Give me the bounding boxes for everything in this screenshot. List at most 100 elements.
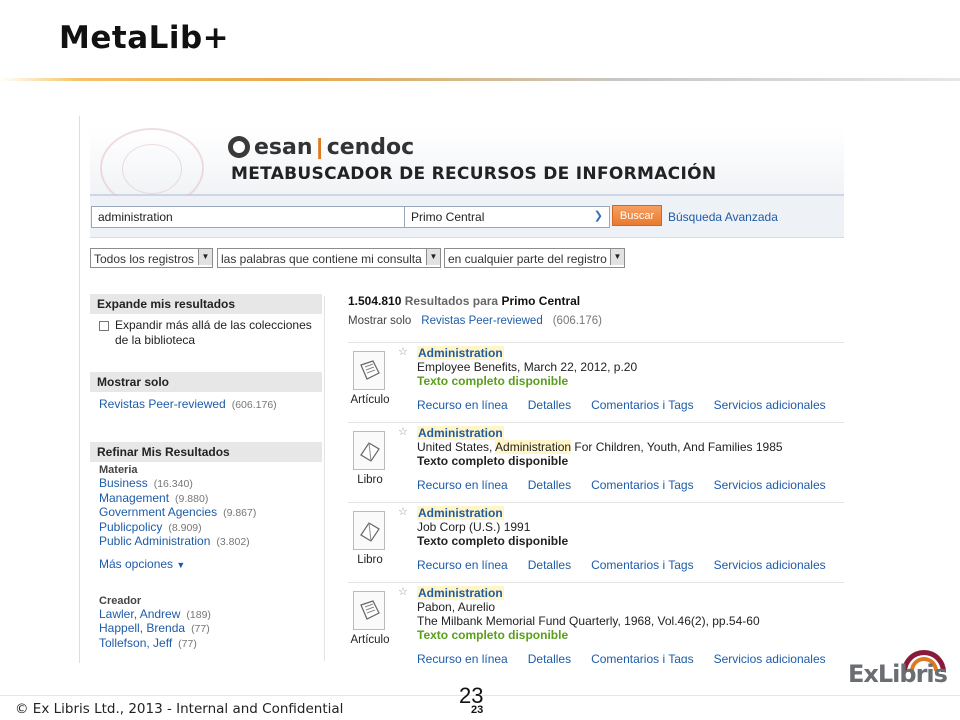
dropdown-arrow-icon[interactable]: ▼ (198, 249, 212, 265)
record-availability: Texto completo disponible (417, 628, 569, 642)
star-icon[interactable]: ☆ (398, 585, 408, 598)
search-button[interactable]: Buscar (612, 205, 662, 226)
exlibris-logo: ExLibris (848, 650, 948, 690)
site-banner: esan | cendoc METABUSCADOR DE RECURSOS D… (90, 128, 844, 208)
comments-tags-link[interactable]: Comentarios i Tags (591, 478, 694, 492)
record-type: Artículo (350, 394, 390, 406)
scope-select[interactable]: Primo Central ❯ (404, 206, 610, 228)
details-link[interactable]: Detalles (528, 652, 571, 663)
article-thumbnail-icon (353, 351, 385, 390)
filter-record-type[interactable]: Todos los registros (90, 248, 213, 268)
show-only-label: Mostrar solo (348, 315, 412, 327)
filter-match-mode-value: las palabras que contiene mi consulta (221, 252, 422, 266)
banner-subtitle: METABUSCADOR DE RECURSOS DE INFORMACIÓN (231, 164, 717, 184)
list-item: Government Agencies (9.867) (99, 505, 313, 520)
filter-field[interactable]: en cualquier parte del registro (444, 248, 625, 268)
brand-esan: esan (254, 134, 313, 160)
facet-creador-count: (189) (186, 608, 211, 621)
show-only-peer-reviewed-link[interactable]: Revistas Peer-reviewed (421, 315, 542, 327)
online-resource-link[interactable]: Recurso en línea (417, 478, 508, 492)
additional-services-link[interactable]: Servicios adicionales (714, 652, 826, 663)
show-only-count: (606.176) (552, 315, 602, 327)
filter-record-type-value: Todos los registros (94, 252, 195, 266)
advanced-search-link[interactable]: Búsqueda Avanzada (668, 210, 778, 224)
expand-checkbox-label: Expandir más allá de las colecciones de … (115, 318, 312, 347)
list-item: Business (16.340) (99, 476, 313, 491)
result-record: Artículo ☆ Administration Pabon, Aurelio… (348, 582, 844, 663)
results-label: Resultados para (404, 294, 499, 308)
facet-materia-label: Materia (99, 464, 138, 476)
brand-separator: | (316, 134, 323, 159)
list-item: Tollefson, Jeff (77) (99, 636, 313, 651)
facet-materia-link[interactable]: Public Administration (99, 534, 210, 548)
results-count: 1.504.810 (348, 294, 402, 308)
facet-creador-link[interactable]: Tollefson, Jeff (99, 636, 172, 650)
facets-sidebar: Expande mis resultados Expandir más allá… (90, 294, 322, 650)
dropdown-arrow-icon[interactable]: ▼ (610, 249, 624, 265)
brand-logo: esan | cendoc (228, 134, 414, 160)
comments-tags-link[interactable]: Comentarios i Tags (591, 398, 694, 412)
record-title-link[interactable]: Administration (417, 346, 504, 360)
chevron-down-icon: ▼ (176, 559, 186, 570)
facet-creador-link[interactable]: Happell, Brenda (99, 621, 185, 635)
chevron-down-icon: ❯ (593, 210, 603, 222)
facet-materia-link[interactable]: Management (99, 491, 169, 505)
results-source: Primo Central (501, 294, 581, 308)
result-record: Libro ☆ Administration United States, Ad… (348, 422, 844, 501)
dropdown-arrow-icon[interactable]: ▼ (426, 249, 440, 265)
filter-field-value: en cualquier parte del registro (448, 252, 607, 266)
star-icon[interactable]: ☆ (398, 505, 408, 518)
record-actions: Recurso en línea Detalles Comentarios i … (417, 652, 844, 663)
online-resource-link[interactable]: Recurso en línea (417, 398, 508, 412)
comments-tags-link[interactable]: Comentarios i Tags (591, 558, 694, 572)
details-link[interactable]: Detalles (528, 478, 571, 492)
facet-materia-link[interactable]: Publicpolicy (99, 520, 162, 534)
record-citation-highlight: Administration (495, 440, 572, 454)
search-input[interactable]: administration (91, 206, 405, 228)
facet-peer-reviewed-link[interactable]: Revistas Peer-reviewed (99, 397, 226, 411)
record-actions: Recurso en línea Detalles Comentarios i … (417, 478, 844, 492)
additional-services-link[interactable]: Servicios adicionales (714, 398, 826, 412)
facet-materia-count: (9.880) (175, 492, 209, 505)
facet-refine-body: Materia Business (16.340) Management (9.88… (90, 462, 322, 650)
record-type: Libro (357, 554, 383, 566)
star-icon[interactable]: ☆ (398, 345, 408, 358)
record-title-link[interactable]: Administration (417, 586, 504, 600)
record-citation: United States, Administration For Childr… (417, 440, 783, 454)
details-link[interactable]: Detalles (528, 558, 571, 572)
star-icon[interactable]: ☆ (398, 425, 408, 438)
more-options-link[interactable]: Más opciones ▼ (99, 557, 313, 571)
list-item: Management (9.880) (99, 491, 313, 506)
facet-materia-count: (9.867) (223, 507, 257, 519)
comments-tags-link[interactable]: Comentarios i Tags (591, 652, 694, 663)
list-item: Publicpolicy (8.909) (99, 520, 313, 535)
facet-refine-heading: Refinar Mis Resultados (90, 442, 322, 462)
online-resource-link[interactable]: Recurso en línea (417, 652, 508, 663)
record-citation-pre: United States, (417, 440, 496, 454)
record-availability: Texto completo disponible (417, 454, 569, 468)
slide-title: MetaLib+ (59, 20, 230, 56)
record-availability: Texto completo disponible (417, 374, 569, 388)
column-divider (324, 296, 325, 661)
expand-checkbox[interactable] (99, 321, 109, 331)
exlibris-wordmark: ExLibris (848, 660, 948, 688)
results-count-line: 1.504.810 Resultados para Primo Central (348, 294, 844, 308)
facet-materia-count: (8.909) (168, 521, 202, 534)
record-actions: Recurso en línea Detalles Comentarios i … (417, 558, 844, 572)
facet-materia-link[interactable]: Government Agencies (99, 505, 217, 519)
list-item: Public Administration (3.802) (99, 534, 313, 549)
additional-services-link[interactable]: Servicios adicionales (714, 558, 826, 572)
filter-match-mode[interactable]: las palabras que contiene mi consulta (217, 248, 441, 268)
online-resource-link[interactable]: Recurso en línea (417, 558, 508, 572)
facet-creador-label: Creador (99, 594, 142, 607)
record-type: Libro (357, 474, 383, 486)
facet-materia-link[interactable]: Business (99, 476, 148, 490)
additional-services-link[interactable]: Servicios adicionales (714, 478, 826, 492)
details-link[interactable]: Detalles (528, 398, 571, 412)
facet-creador-count: (77) (191, 623, 210, 635)
record-title-link[interactable]: Administration (417, 426, 504, 440)
record-title-link[interactable]: Administration (417, 506, 504, 520)
facet-creador-link[interactable]: Lawler, Andrew (99, 607, 180, 621)
book-thumbnail-icon (353, 431, 385, 470)
record-citation: The Milbank Memorial Fund Quarterly, 196… (417, 614, 760, 628)
